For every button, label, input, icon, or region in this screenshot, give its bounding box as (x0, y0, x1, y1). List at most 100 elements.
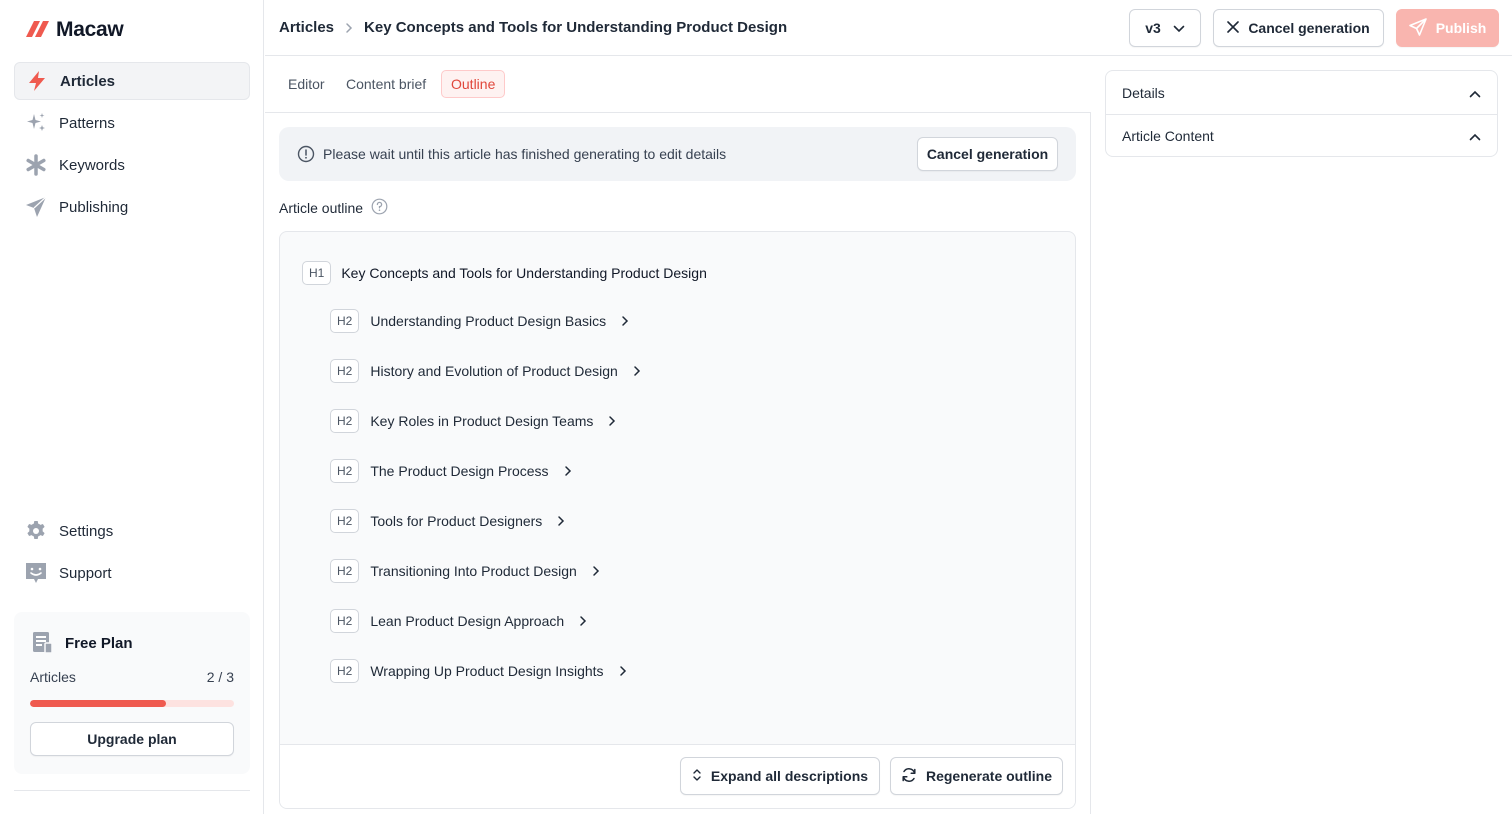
plan-title: Free Plan (65, 635, 133, 652)
upgrade-plan-button[interactable]: Upgrade plan (30, 722, 234, 756)
sidebar-item-support[interactable]: Support (14, 554, 250, 592)
document-icon (30, 630, 54, 657)
article-outline-title: Article outline (279, 200, 364, 216)
tab-editor[interactable]: Editor (279, 70, 334, 98)
outline-h2-text: Transitioning Into Product Design (370, 563, 577, 579)
heading-level-badge: H1 (302, 261, 332, 285)
outline-h2-row[interactable]: H2 Lean Product Design Approach (330, 609, 641, 659)
top-header: Articles Key Concepts and Tools for Unde… (265, 0, 1512, 56)
sidebar-item-label: Support (59, 564, 112, 582)
logo[interactable]: Macaw (26, 18, 124, 42)
outline-h1-row: H1 Key Concepts and Tools for Understand… (302, 261, 707, 285)
alert-cancel-generation-button[interactable]: Cancel generation (917, 137, 1058, 171)
send-icon (1408, 17, 1427, 39)
heading-level-badge: H2 (330, 609, 360, 633)
breadcrumb-articles[interactable]: Articles (279, 19, 334, 36)
outline-box: H1 Key Concepts and Tools for Understand… (279, 231, 1076, 809)
chevron-up-icon (1469, 85, 1481, 101)
chevron-right-icon[interactable] (619, 659, 627, 683)
chevron-right-icon[interactable] (579, 609, 587, 633)
regenerate-outline-button[interactable]: Regenerate outline (890, 757, 1063, 795)
chevron-right-icon[interactable] (633, 359, 641, 383)
outline-h2-row[interactable]: H2 The Product Design Process (330, 459, 641, 509)
sidebar-item-label: Patterns (59, 114, 115, 132)
alert-text: Please wait until this article has finis… (323, 146, 727, 162)
outline-h2-row[interactable]: H2 Transitioning Into Product Design (330, 559, 641, 609)
outline-h2-row[interactable]: H2 History and Evolution of Product Desig… (330, 359, 641, 409)
chevron-right-icon (345, 22, 353, 34)
chevron-right-icon[interactable] (592, 559, 600, 583)
tab-content-brief[interactable]: Content brief (337, 70, 435, 98)
version-select[interactable]: v3 (1129, 9, 1201, 47)
help-circle-icon[interactable] (371, 198, 388, 218)
heading-level-badge: H2 (330, 459, 360, 483)
tab-outline[interactable]: Outline (441, 70, 506, 98)
macaw-logo-icon (26, 19, 52, 42)
article-outline-label: Article outline (279, 198, 388, 218)
plan-usage-value: 2 / 3 (206, 669, 234, 685)
outline-h2-text: The Product Design Process (370, 463, 549, 479)
outline-h2-text: Lean Product Design Approach (370, 613, 565, 629)
plan-usage-fill (30, 700, 167, 707)
publish-label: Publish (1435, 20, 1487, 36)
sidebar: Macaw Articles Patterns Keywords Publish… (0, 0, 264, 814)
sidebar-item-articles[interactable]: Articles (14, 62, 250, 100)
breadcrumb-current: Key Concepts and Tools for Understanding… (364, 19, 788, 36)
plan-usage-bar (30, 700, 234, 707)
sidebar-item-label: Keywords (59, 156, 125, 174)
plan-card: Free Plan Articles 2 / 3 Upgrade plan (14, 612, 250, 774)
version-label: v3 (1145, 20, 1161, 36)
generation-alert: Please wait until this article has finis… (279, 127, 1076, 181)
info-circle-icon (297, 145, 315, 166)
heading-level-badge: H2 (330, 559, 360, 583)
outline-main: Please wait until this article has finis… (265, 113, 1091, 814)
bolt-icon (25, 69, 49, 93)
smiley-chat-icon (24, 561, 48, 585)
plan-usage-label: Articles (30, 669, 76, 685)
sidebar-item-keywords[interactable]: Keywords (14, 146, 250, 184)
accordion-article-content[interactable]: Article Content (1106, 114, 1497, 157)
asterisk-icon (24, 153, 48, 177)
expand-all-descriptions-button[interactable]: Expand all descriptions (680, 757, 880, 795)
chevron-right-icon[interactable] (608, 409, 616, 433)
chevron-down-icon (1173, 20, 1185, 36)
cancel-generation-button[interactable]: Cancel generation (1213, 9, 1384, 47)
sparkles-icon (24, 111, 48, 135)
outline-h2-text: Key Roles in Product Design Teams (370, 413, 594, 429)
chevron-right-icon[interactable] (564, 459, 572, 483)
accordion-details[interactable]: Details (1106, 71, 1497, 114)
sidebar-item-label: Publishing (59, 198, 129, 216)
sidebar-item-label: Articles (60, 72, 116, 90)
sidebar-item-settings[interactable]: Settings (14, 512, 250, 550)
cancel-generation-label: Cancel generation (1248, 20, 1370, 36)
regenerate-outline-label: Regenerate outline (925, 768, 1053, 784)
heading-level-badge: H2 (330, 309, 360, 333)
outline-h2-row[interactable]: H2 Key Roles in Product Design Teams (330, 409, 641, 459)
main-nav: Articles Patterns Keywords Publishing (14, 62, 250, 230)
outline-h1-text: Key Concepts and Tools for Understanding… (341, 265, 707, 281)
accordion-article-content-label: Article Content (1122, 128, 1214, 144)
chevron-up-icon (1469, 128, 1481, 144)
outline-footer: Expand all descriptions Regenerate outli… (280, 744, 1075, 808)
outline-h2-text: Understanding Product Design Basics (370, 313, 607, 329)
heading-level-badge: H2 (330, 409, 360, 433)
chevron-up-down-icon (692, 768, 702, 785)
sidebar-item-publishing[interactable]: Publishing (14, 188, 250, 226)
chevron-right-icon[interactable] (557, 509, 565, 533)
chevron-right-icon[interactable] (621, 309, 629, 333)
outline-h2-row[interactable]: H2 Wrapping Up Product Design Insights (330, 659, 641, 709)
heading-level-badge: H2 (330, 659, 360, 683)
expand-all-label: Expand all descriptions (710, 768, 869, 784)
gear-icon (24, 519, 48, 543)
outline-h2-list: H2 Understanding Product Design Basics H2 H… (330, 309, 641, 709)
logo-text: Macaw (56, 18, 124, 41)
outline-h2-row[interactable]: H2 Understanding Product Design Basics (330, 309, 641, 359)
heading-level-badge: H2 (330, 509, 360, 533)
publish-button[interactable]: Publish (1396, 9, 1499, 47)
outline-h2-row[interactable]: H2 Tools for Product Designers (330, 509, 641, 559)
outline-h2-text: Wrapping Up Product Design Insights (370, 663, 604, 679)
close-icon (1227, 20, 1240, 36)
refresh-icon (901, 767, 917, 786)
sidebar-divider (14, 790, 250, 791)
sidebar-item-patterns[interactable]: Patterns (14, 104, 250, 142)
